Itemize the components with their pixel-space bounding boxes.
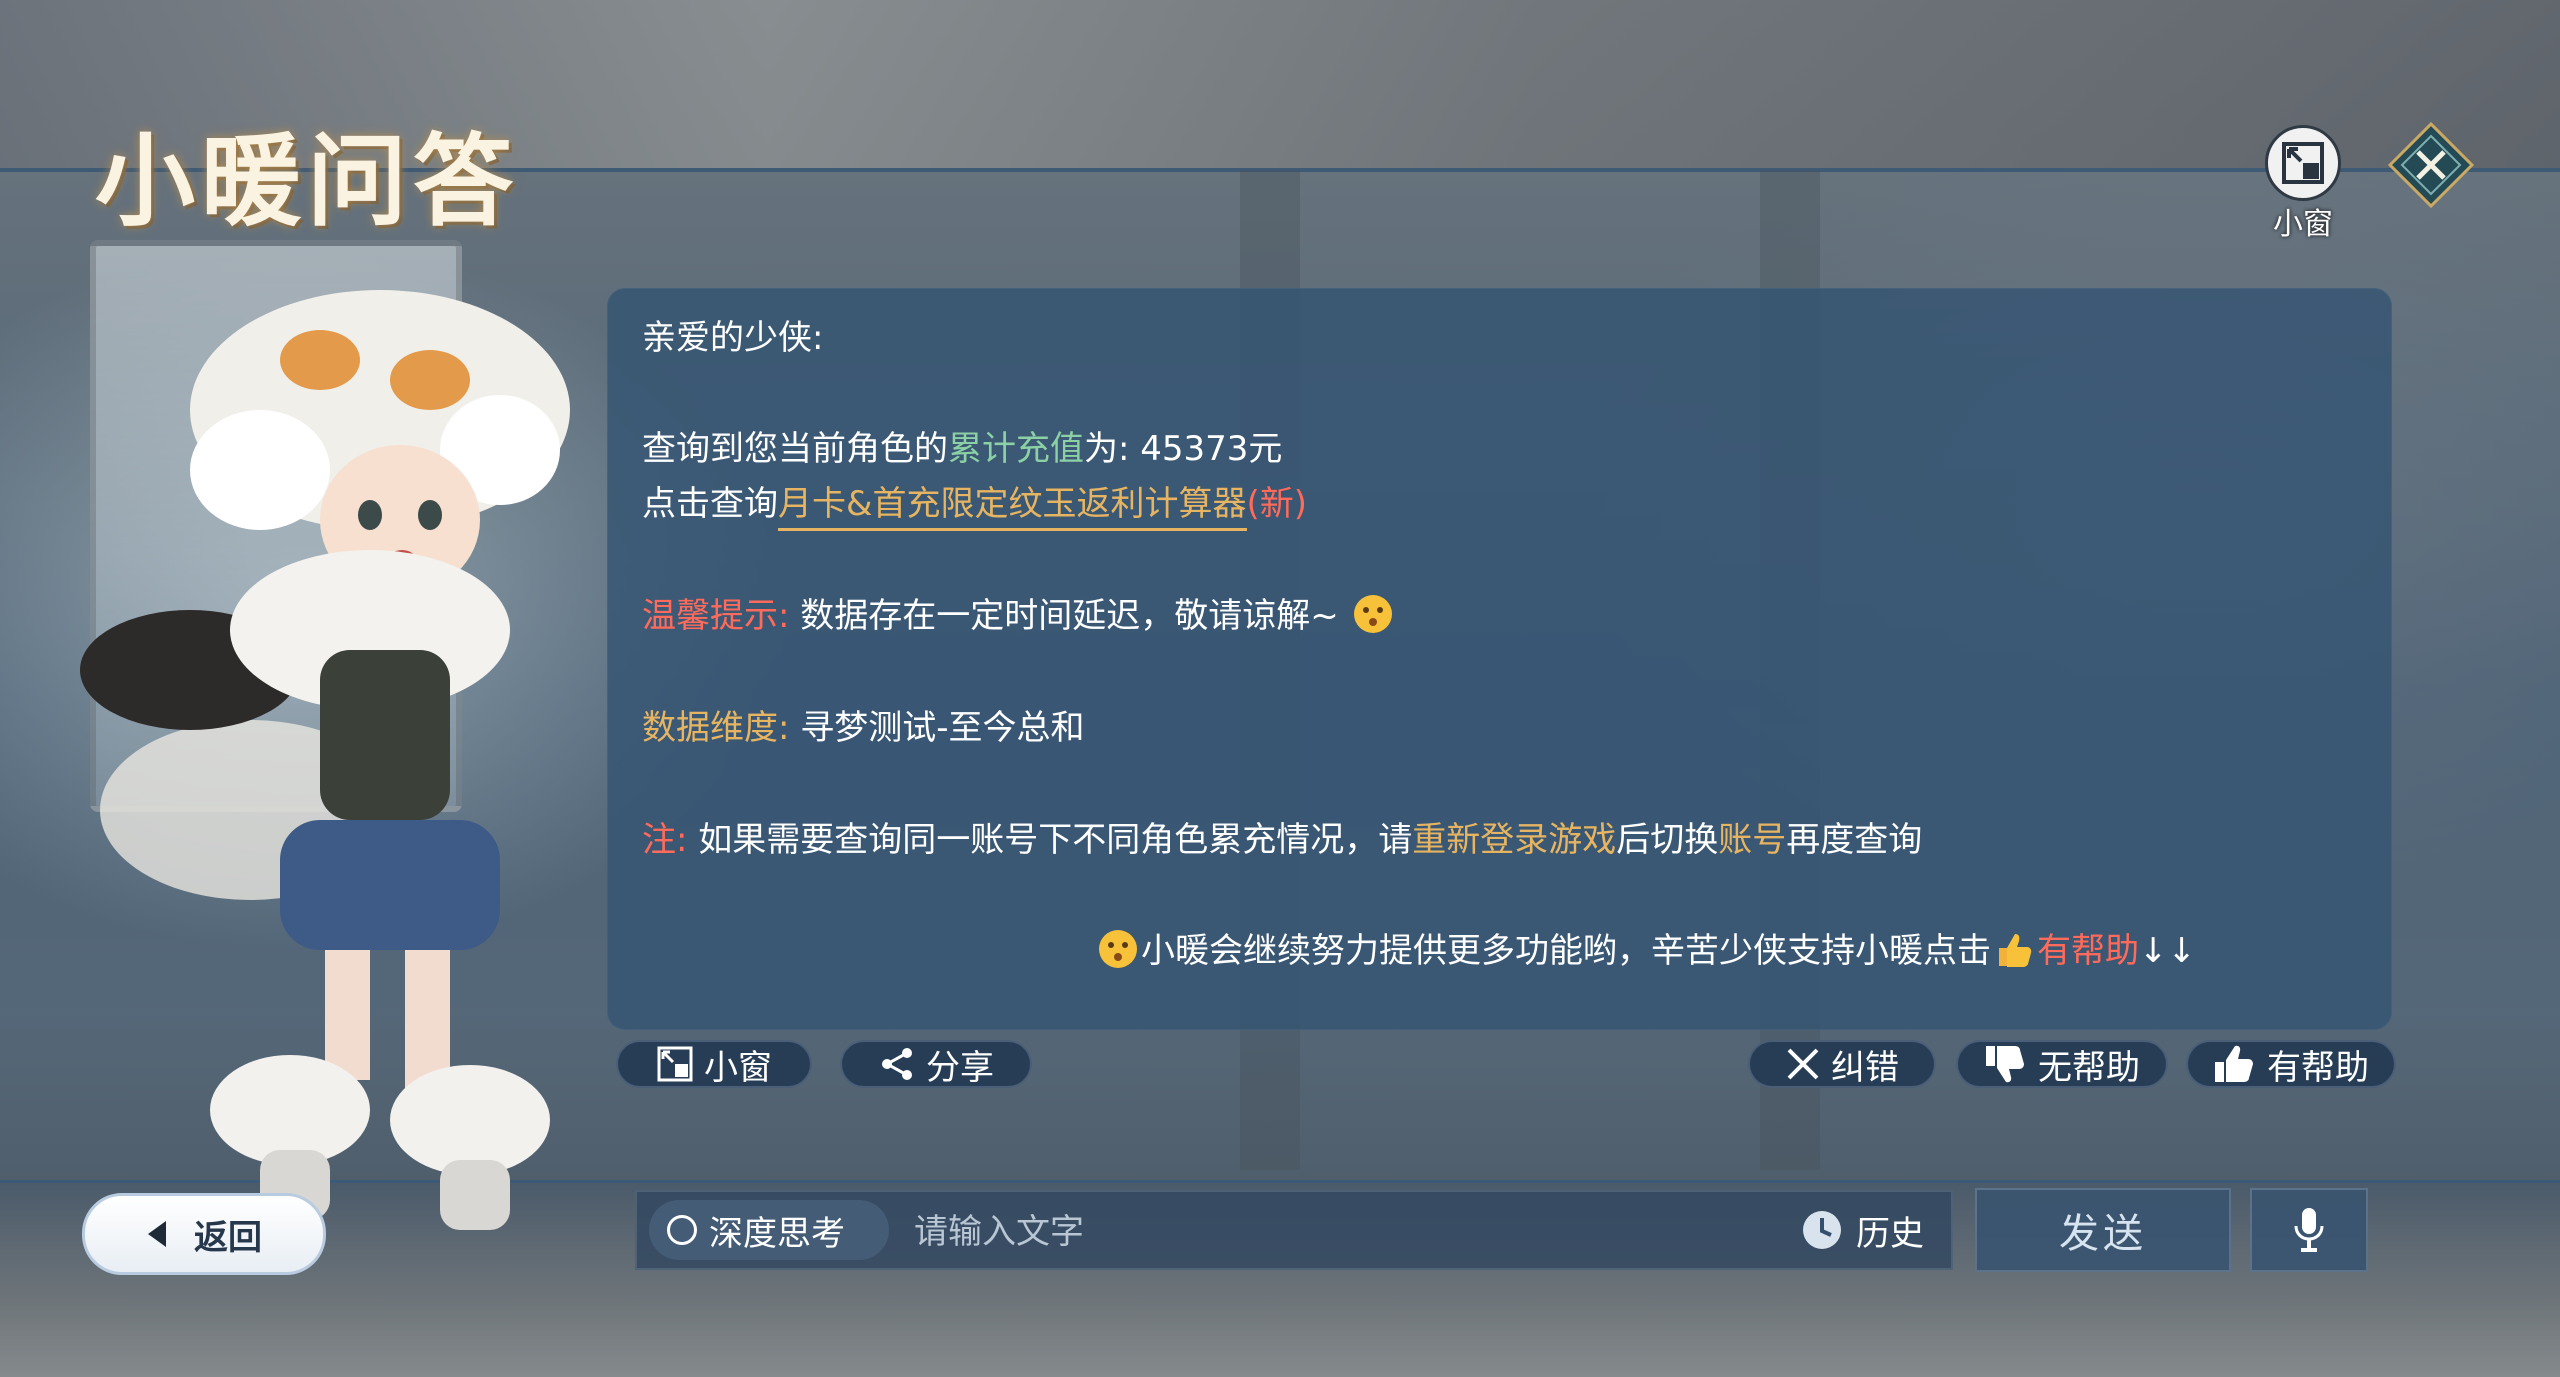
share-button[interactable]: 分享 xyxy=(840,1040,1032,1088)
thumbs-up-icon xyxy=(2215,1045,2253,1082)
note-relogin: 重新登录游戏 xyxy=(1412,820,1617,860)
greeting-text: 亲爱的少侠: xyxy=(642,318,824,358)
close-icon xyxy=(2387,121,2475,209)
history-label: 历史 xyxy=(1856,1213,1924,1254)
history-button[interactable]: 历史 xyxy=(1800,1200,1950,1260)
tip-label: 温馨提示: xyxy=(642,596,790,636)
mini-window-top-label: 小窗 xyxy=(2273,207,2333,242)
send-label: 发送 xyxy=(2059,1211,2147,1257)
note-line: 注: 如果需要查询同一账号下不同角色累充情况，请重新登录游戏后切换账号再度查询 xyxy=(642,812,1922,861)
app-screen: 小暖问答 小窗 亲爱的少侠: 查询到您当前角色的累计充值为: 45373元 点击… xyxy=(0,0,2560,1377)
share-icon xyxy=(882,1048,912,1080)
mini-window-button[interactable]: 小窗 xyxy=(616,1040,812,1088)
deep-think-label: 深度思考 xyxy=(709,1213,845,1254)
mini-window-top-button[interactable]: 小窗 xyxy=(2258,125,2348,242)
note-text-3: 再度查询 xyxy=(1786,820,1923,860)
dimension-label: 数据维度: xyxy=(642,708,790,748)
share-label: 分享 xyxy=(926,1047,994,1088)
thumbs-up-emoji-icon xyxy=(1999,934,2032,967)
mini-window-icon xyxy=(2265,125,2341,201)
send-button[interactable]: 发送 xyxy=(1975,1188,2231,1272)
back-button[interactable]: 返回 xyxy=(82,1193,326,1275)
x-icon xyxy=(1787,1048,1819,1080)
deep-think-toggle[interactable]: 深度思考 xyxy=(649,1200,889,1260)
mini-window-icon xyxy=(657,1046,693,1082)
note-text-1: 如果需要查询同一账号下不同角色累充情况，请 xyxy=(698,820,1413,860)
correct-button[interactable]: 纠错 xyxy=(1748,1040,1936,1088)
back-arrow-icon xyxy=(148,1221,166,1247)
footer-line: 小暖会继续努力提供更多功能哟，辛苦少侠支持小暖点击 有帮助↓↓ xyxy=(1095,923,2196,972)
toggle-ring-icon xyxy=(667,1215,697,1245)
not-helpful-button[interactable]: 无帮助 xyxy=(1956,1040,2168,1088)
surprised-emoji-icon xyxy=(1099,930,1137,968)
footer-text: 小暖会继续努力提供更多功能哟，辛苦少侠支持小暖点击 xyxy=(1141,931,1991,971)
note-text-2: 后切换 xyxy=(1616,820,1719,860)
dimension-text: 寻梦测试-至今总和 xyxy=(800,708,1085,748)
back-label: 返回 xyxy=(194,1217,262,1258)
clock-icon xyxy=(1803,1211,1841,1249)
recharge-value: 为: 45373元 xyxy=(1084,429,1283,469)
mic-button[interactable] xyxy=(2250,1188,2368,1272)
correct-label: 纠错 xyxy=(1831,1047,1899,1088)
answer-panel: 亲爱的少侠: 查询到您当前角色的累计充值为: 45373元 点击查询月卡&首充限… xyxy=(607,288,2392,1030)
mic-icon xyxy=(2294,1208,2324,1252)
calculator-link[interactable]: 月卡&首充限定纹玉返利计算器 xyxy=(778,484,1247,531)
recharge-prefix: 查询到您当前角色的 xyxy=(642,429,948,469)
question-input[interactable] xyxy=(912,1202,1816,1262)
thumbs-down-icon xyxy=(1986,1046,2024,1083)
mini-window-label: 小窗 xyxy=(704,1047,772,1088)
not-helpful-label: 无帮助 xyxy=(2038,1047,2140,1088)
tip-line: 温馨提示: 数据存在一定时间延迟，敬请谅解~ xyxy=(642,588,1396,637)
helpful-button[interactable]: 有帮助 xyxy=(2186,1040,2396,1088)
chat-input-bar: 深度思考 历史 xyxy=(635,1190,1953,1270)
surprised-emoji-icon xyxy=(1353,595,1392,633)
note-account: 账号 xyxy=(1718,820,1787,860)
footer-arrows: ↓↓ xyxy=(2139,931,2196,971)
note-label: 注: xyxy=(642,820,688,860)
calculator-prefix: 点击查询 xyxy=(642,484,778,524)
new-badge: (新) xyxy=(1246,484,1308,524)
character-illustration xyxy=(80,290,570,1230)
helpful-label: 有帮助 xyxy=(2267,1047,2369,1088)
dimension-line: 数据维度: 寻梦测试-至今总和 xyxy=(642,700,1085,749)
recharge-highlight: 累计充值 xyxy=(948,429,1084,469)
tip-text: 数据存在一定时间延迟，敬请谅解~ xyxy=(800,596,1339,636)
recharge-line: 查询到您当前角色的累计充值为: 45373元 xyxy=(642,421,1282,470)
page-title: 小暖问答 xyxy=(95,122,519,240)
close-button[interactable] xyxy=(2387,121,2475,209)
footer-helpful: 有帮助 xyxy=(2037,931,2139,971)
calculator-line: 点击查询月卡&首充限定纹玉返利计算器(新) xyxy=(642,476,1308,531)
